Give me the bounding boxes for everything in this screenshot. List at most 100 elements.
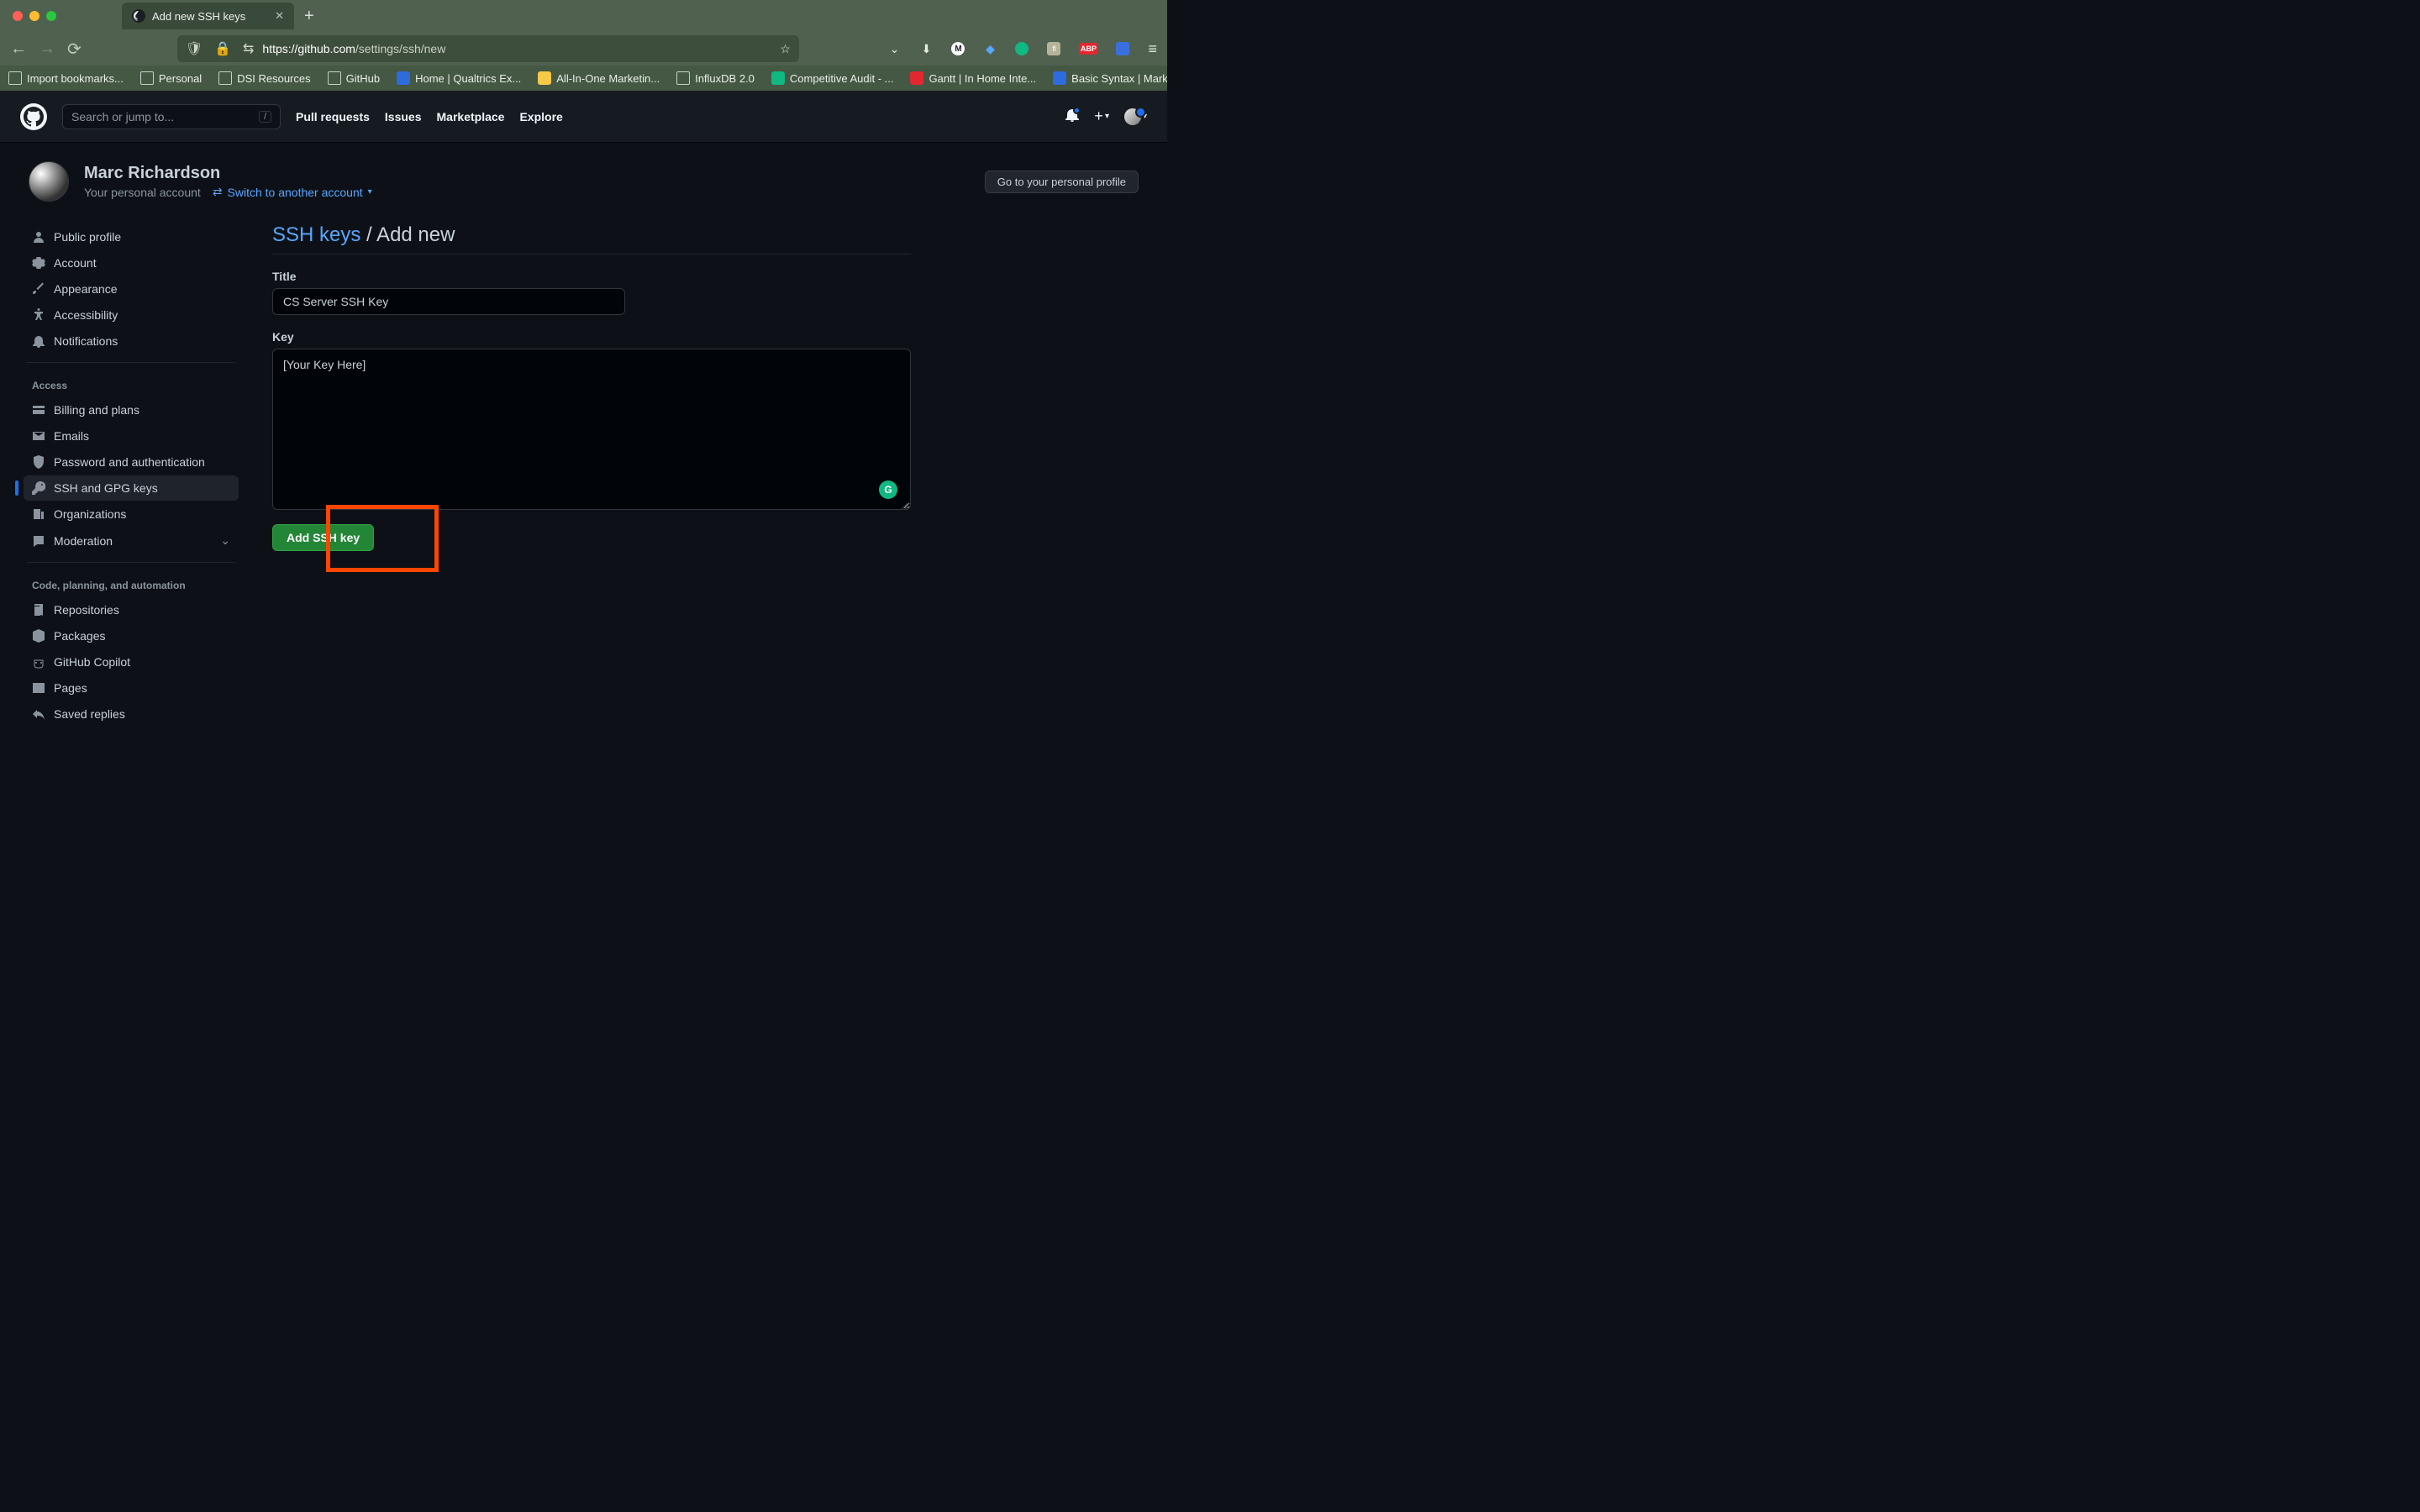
diamond-icon[interactable]: ◆ xyxy=(983,42,997,55)
sidebar-item-password[interactable]: Password and authentication xyxy=(24,449,239,475)
browser-chrome: Add new SSH keys ✕ + ← → ⟳ 🛡︎ 🔒 ⇆ https:… xyxy=(0,0,1167,91)
reload-button[interactable]: ⟳ xyxy=(67,39,82,60)
bookmark-dsi[interactable]: DSI Resources xyxy=(218,71,310,85)
nav-marketplace[interactable]: Marketplace xyxy=(437,110,505,123)
bookmark-github[interactable]: GitHub xyxy=(328,71,380,85)
browser-icon xyxy=(32,681,45,695)
window-zoom-dot[interactable] xyxy=(46,11,56,21)
sidebar-item-copilot[interactable]: GitHub Copilot xyxy=(24,649,239,675)
profile-name: Marc Richardson xyxy=(84,164,372,183)
switch-account-link[interactable]: ⇄ Switch to another account ▾ xyxy=(213,185,372,199)
gear-icon xyxy=(32,256,45,270)
accessibility-icon xyxy=(32,308,45,322)
window-minimize-dot[interactable] xyxy=(29,11,39,21)
address-bar[interactable]: 🛡︎ 🔒 ⇆ https://github.com/settings/ssh/n… xyxy=(177,35,799,62)
bookmark-star-icon[interactable]: ☆ xyxy=(780,42,791,56)
sidebar-item-saved-replies[interactable]: Saved replies xyxy=(24,701,239,727)
extension-cursor-icon[interactable] xyxy=(1116,42,1129,55)
nav-pull-requests[interactable]: Pull requests xyxy=(296,110,370,123)
tab-close-icon[interactable]: ✕ xyxy=(275,9,284,23)
site-icon xyxy=(397,71,410,85)
profile-header: Marc Richardson Your personal account ⇄ … xyxy=(24,161,1144,202)
bookmark-gantt[interactable]: Gantt | In Home Inte... xyxy=(910,71,1036,85)
plus-icon: + xyxy=(1094,108,1103,125)
sidebar-item-pages[interactable]: Pages xyxy=(24,675,239,701)
global-search-input[interactable]: Search or jump to... / xyxy=(62,104,281,129)
sidebar-item-public-profile[interactable]: Public profile xyxy=(24,224,239,249)
sidebar-item-moderation[interactable]: Moderation⌄ xyxy=(24,528,239,554)
nav-issues[interactable]: Issues xyxy=(385,110,422,123)
create-new-dropdown[interactable]: + ▾ xyxy=(1094,108,1109,125)
key-textarea[interactable] xyxy=(272,349,911,510)
add-ssh-key-button[interactable]: Add SSH key xyxy=(272,524,374,551)
notifications-button[interactable] xyxy=(1065,108,1079,124)
key-icon xyxy=(32,481,45,495)
sidebar-heading-access: Access xyxy=(24,371,239,396)
github-header: Search or jump to... / Pull requests Iss… xyxy=(0,91,1167,143)
site-icon xyxy=(771,71,785,85)
sidebar-item-appearance[interactable]: Appearance xyxy=(24,276,239,302)
sidebar-item-account[interactable]: Account xyxy=(24,250,239,276)
sidebar-item-packages[interactable]: Packages xyxy=(24,623,239,648)
sidebar-heading-code: Code, planning, and automation xyxy=(24,571,239,596)
sidebar-item-notifications[interactable]: Notifications xyxy=(24,328,239,354)
title-input[interactable] xyxy=(272,288,625,315)
folder-icon xyxy=(218,71,232,85)
bookmark-influxdb[interactable]: InfluxDB 2.0 xyxy=(676,71,755,85)
bookmark-allinone[interactable]: All-In-One Marketin... xyxy=(538,71,660,85)
site-icon xyxy=(1053,71,1066,85)
browser-tab[interactable]: Add new SSH keys ✕ xyxy=(122,3,294,29)
grammarly-icon[interactable] xyxy=(1015,42,1028,55)
globe-icon xyxy=(676,71,690,85)
settings-sidebar: Public profile Account Appearance Access… xyxy=(24,223,239,727)
search-slash-hint: / xyxy=(259,111,271,123)
bookmark-competitive[interactable]: Competitive Audit - ... xyxy=(771,71,894,85)
grammarly-badge-icon[interactable]: G xyxy=(879,480,897,499)
new-tab-button[interactable]: + xyxy=(304,7,314,26)
nav-explore[interactable]: Explore xyxy=(519,110,562,123)
url-path: /settings/ssh/new xyxy=(355,42,445,55)
sidebar-item-accessibility[interactable]: Accessibility xyxy=(24,302,239,328)
bookmarks-bar: Import bookmarks... Personal DSI Resourc… xyxy=(0,66,1167,91)
back-button[interactable]: ← xyxy=(10,39,27,59)
abp-icon[interactable]: ABP xyxy=(1079,43,1097,55)
window-close-dot[interactable] xyxy=(13,11,23,21)
bookmark-import[interactable]: Import bookmarks... xyxy=(8,71,124,85)
tab-title: Add new SSH keys xyxy=(152,10,245,23)
download-icon[interactable]: ⬇ xyxy=(919,42,933,55)
bookmark-qualtrics[interactable]: Home | Qualtrics Ex... xyxy=(397,71,521,85)
extension-fl-icon[interactable]: fl xyxy=(1047,42,1060,55)
github-logo-icon[interactable] xyxy=(20,103,47,130)
mail-icon xyxy=(32,429,45,443)
bookmark-personal[interactable]: Personal xyxy=(140,71,202,85)
permissions-icon[interactable]: ⇆ xyxy=(243,40,254,57)
page-title-rest: / Add new xyxy=(360,223,455,246)
browser-menu-icon[interactable]: ≡ xyxy=(1148,40,1157,58)
copilot-icon xyxy=(32,655,45,669)
toolbar-extension-icons: ⌄ ⬇ M ◆ fl ABP ≡ xyxy=(887,40,1157,58)
package-icon xyxy=(32,629,45,643)
caret-down-icon: ▾ xyxy=(368,187,372,197)
pocket-icon[interactable]: ⌄ xyxy=(887,42,901,55)
sidebar-item-billing[interactable]: Billing and plans xyxy=(24,397,239,423)
go-to-profile-button[interactable]: Go to your personal profile xyxy=(985,171,1139,193)
site-icon xyxy=(910,71,923,85)
forward-button[interactable]: → xyxy=(39,39,55,59)
lock-icon[interactable]: 🔒 xyxy=(214,40,231,57)
sidebar-item-ssh-keys[interactable]: SSH and GPG keys xyxy=(24,475,239,501)
user-menu[interactable]: ▾ xyxy=(1124,108,1147,125)
chevron-down-icon: ⌄ xyxy=(220,533,230,548)
folder-icon xyxy=(328,71,341,85)
sidebar-item-repositories[interactable]: Repositories xyxy=(24,597,239,622)
sidebar-item-organizations[interactable]: Organizations xyxy=(24,501,239,527)
extension-m-icon[interactable]: M xyxy=(951,42,965,55)
bell-icon xyxy=(32,334,45,348)
resize-grip-icon[interactable] xyxy=(899,501,908,509)
sidebar-item-emails[interactable]: Emails xyxy=(24,423,239,449)
shield-icon[interactable]: 🛡︎ xyxy=(186,40,203,57)
profile-avatar-icon[interactable] xyxy=(29,161,69,202)
header-nav: Pull requests Issues Marketplace Explore xyxy=(296,110,563,123)
shield-lock-icon xyxy=(32,455,45,469)
ssh-keys-link[interactable]: SSH keys xyxy=(272,223,360,246)
bookmark-basicsyntax[interactable]: Basic Syntax | Mark... xyxy=(1053,71,1167,85)
